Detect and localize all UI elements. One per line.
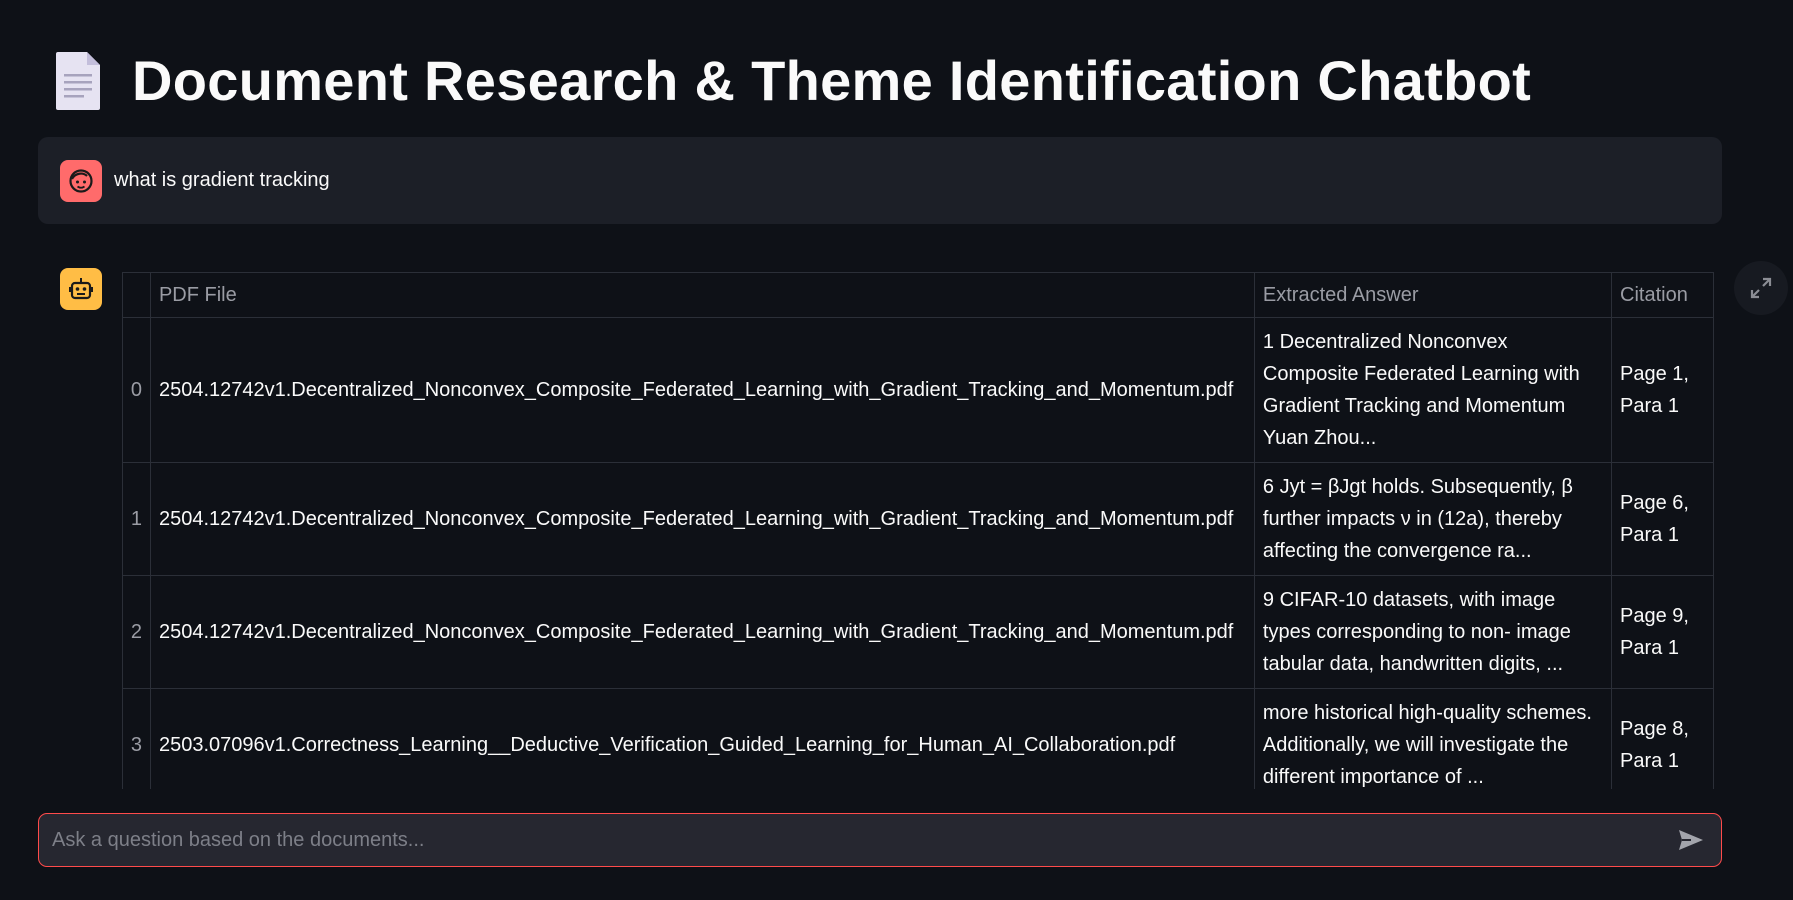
send-button[interactable] bbox=[1671, 820, 1711, 860]
table-row[interactable]: 3 2503.07096v1.Correctness_Learning__Ded… bbox=[122, 688, 1714, 789]
citation-cell[interactable]: Page 8, Para 1 bbox=[1611, 688, 1714, 789]
row-index: 1 bbox=[122, 462, 151, 576]
chat-input-container bbox=[38, 813, 1722, 867]
column-header-citation[interactable]: Citation bbox=[1611, 272, 1714, 318]
user-face-icon bbox=[69, 168, 93, 193]
user-message-text: what is gradient tracking bbox=[114, 169, 330, 191]
row-index: 0 bbox=[122, 317, 151, 463]
results-dataframe[interactable]: PDF File Extracted Answer Citation 0 250… bbox=[122, 272, 1714, 789]
pdf-file-cell[interactable]: 2504.12742v1.Decentralized_Nonconvex_Com… bbox=[149, 317, 1255, 463]
extracted-answer-cell[interactable]: 6 Jyt = βJgt holds. Subsequently, β furt… bbox=[1253, 462, 1613, 576]
fullscreen-button[interactable] bbox=[1734, 261, 1788, 315]
column-header-extracted-answer[interactable]: Extracted Answer bbox=[1253, 272, 1613, 318]
pdf-file-cell[interactable]: 2504.12742v1.Decentralized_Nonconvex_Com… bbox=[149, 575, 1255, 689]
table-row[interactable]: 0 2504.12742v1.Decentralized_Nonconvex_C… bbox=[122, 317, 1714, 463]
pdf-file-cell[interactable]: 2503.07096v1.Correctness_Learning__Deduc… bbox=[149, 688, 1255, 789]
row-index: 3 bbox=[122, 688, 151, 789]
extracted-answer-cell[interactable]: 9 CIFAR-10 datasets, with image types co… bbox=[1253, 575, 1613, 689]
assistant-avatar bbox=[60, 268, 102, 310]
results-table: PDF File Extracted Answer Citation 0 250… bbox=[122, 272, 1714, 789]
robot-icon bbox=[69, 278, 93, 300]
table-header-row: PDF File Extracted Answer Citation bbox=[122, 272, 1714, 318]
citation-cell[interactable]: Page 1, Para 1 bbox=[1611, 317, 1714, 463]
document-icon bbox=[56, 51, 100, 110]
page-title: Document Research & Theme Identification… bbox=[132, 49, 1532, 112]
pdf-file-cell[interactable]: 2504.12742v1.Decentralized_Nonconvex_Com… bbox=[149, 462, 1255, 576]
page-header: Document Research & Theme Identification… bbox=[54, 48, 1531, 113]
citation-cell[interactable]: Page 9, Para 1 bbox=[1611, 575, 1714, 689]
extracted-answer-cell[interactable]: more historical high-quality schemes. Ad… bbox=[1253, 688, 1613, 789]
extracted-answer-cell[interactable]: 1 Decentralized Nonconvex Composite Fede… bbox=[1253, 317, 1613, 463]
user-avatar bbox=[60, 159, 102, 202]
citation-cell[interactable]: Page 6, Para 1 bbox=[1611, 462, 1714, 576]
table-row[interactable]: 1 2504.12742v1.Decentralized_Nonconvex_C… bbox=[122, 462, 1714, 576]
row-index: 2 bbox=[122, 575, 151, 689]
column-header-index[interactable] bbox=[122, 272, 151, 318]
column-header-pdf-file[interactable]: PDF File bbox=[149, 272, 1255, 318]
user-message: what is gradient tracking bbox=[38, 137, 1722, 224]
expand-icon bbox=[1750, 277, 1772, 299]
chat-input[interactable] bbox=[50, 827, 1671, 853]
send-icon bbox=[1679, 830, 1703, 850]
table-row[interactable]: 2 2504.12742v1.Decentralized_Nonconvex_C… bbox=[122, 575, 1714, 689]
